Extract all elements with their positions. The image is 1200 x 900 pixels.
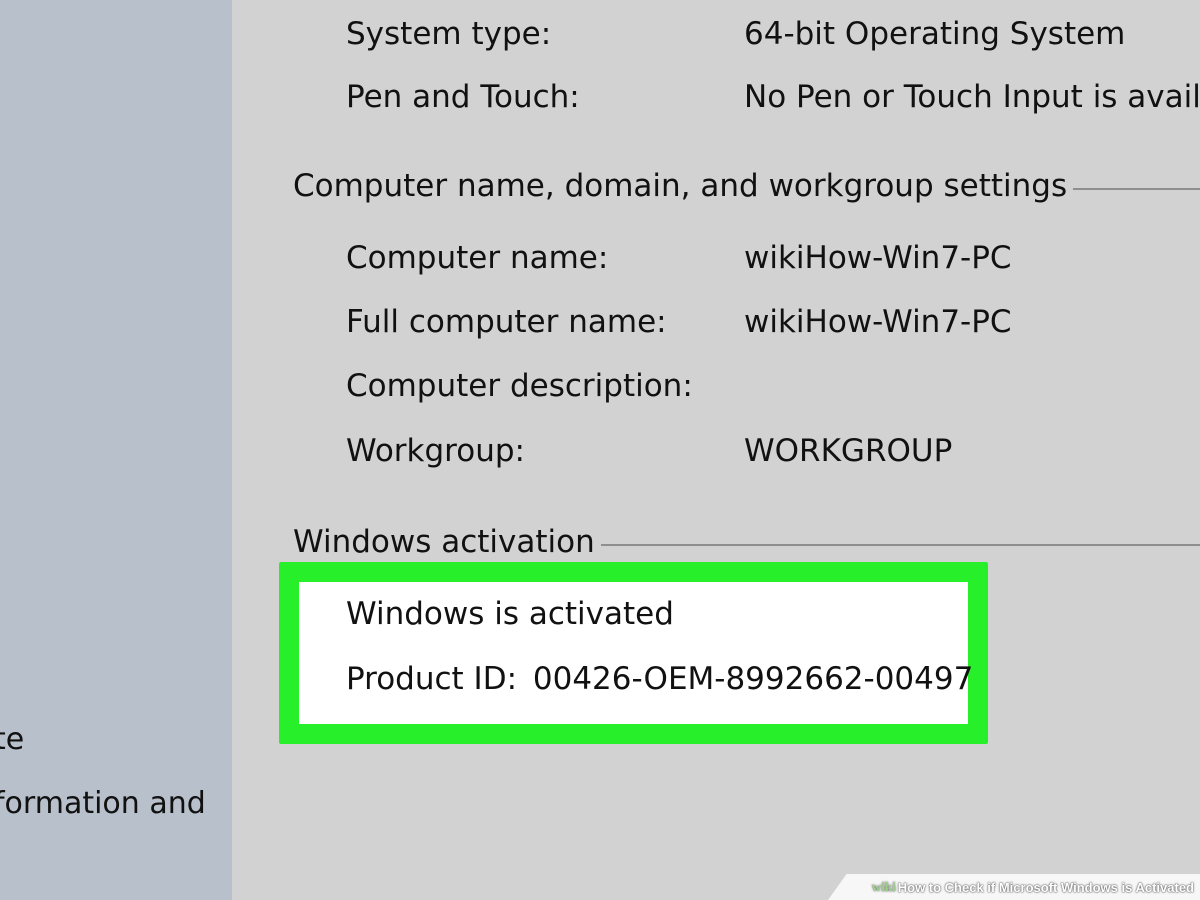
windows-activation-section-header: Windows activation	[293, 524, 1200, 560]
section-divider	[600, 544, 1200, 546]
computer-name-section-header: Computer name, domain, and workgroup set…	[293, 168, 1200, 204]
watermark-title: How to Check if Microsoft Windows is Act…	[897, 879, 1194, 895]
workgroup-value: WORKGROUP	[744, 433, 953, 469]
section-divider	[1073, 188, 1200, 190]
computer-name-value: wikiHow-Win7-PC	[744, 240, 1012, 276]
activation-status-text: Windows is activated	[346, 596, 674, 632]
computer-name-label: Computer name:	[346, 240, 609, 276]
workgroup-label: Workgroup:	[346, 433, 525, 469]
computer-description-label: Computer description:	[346, 368, 693, 404]
product-id-label: Product ID:	[346, 661, 518, 697]
system-type-value: 64-bit Operating System	[744, 16, 1126, 52]
product-id-value: 00426-OEM-8992662-00497	[532, 661, 974, 697]
system-properties-pane: System type: 64-bit Operating System Pen…	[232, 0, 1200, 900]
left-pane-link-fragment[interactable]: te	[0, 722, 24, 757]
wikihow-logo-text: wiki	[871, 879, 896, 894]
full-computer-name-value: wikiHow-Win7-PC	[744, 304, 1012, 340]
wikihow-watermark: wiki How to Check if Microsoft Windows i…	[828, 874, 1200, 900]
pen-touch-value: No Pen or Touch Input is availab	[744, 79, 1200, 115]
activation-status-highlight: Windows is activated Product ID: 00426-O…	[279, 562, 988, 744]
product-id-row: Product ID: 00426-OEM-8992662-00497	[346, 661, 973, 697]
pen-touch-label: Pen and Touch:	[346, 79, 580, 115]
full-computer-name-label: Full computer name:	[346, 304, 667, 340]
section-title: Computer name, domain, and workgroup set…	[293, 168, 1068, 204]
system-type-label: System type:	[346, 16, 552, 52]
left-pane: te formation and	[0, 0, 232, 900]
left-pane-link-fragment[interactable]: formation and	[0, 786, 206, 821]
section-title: Windows activation	[293, 524, 595, 560]
